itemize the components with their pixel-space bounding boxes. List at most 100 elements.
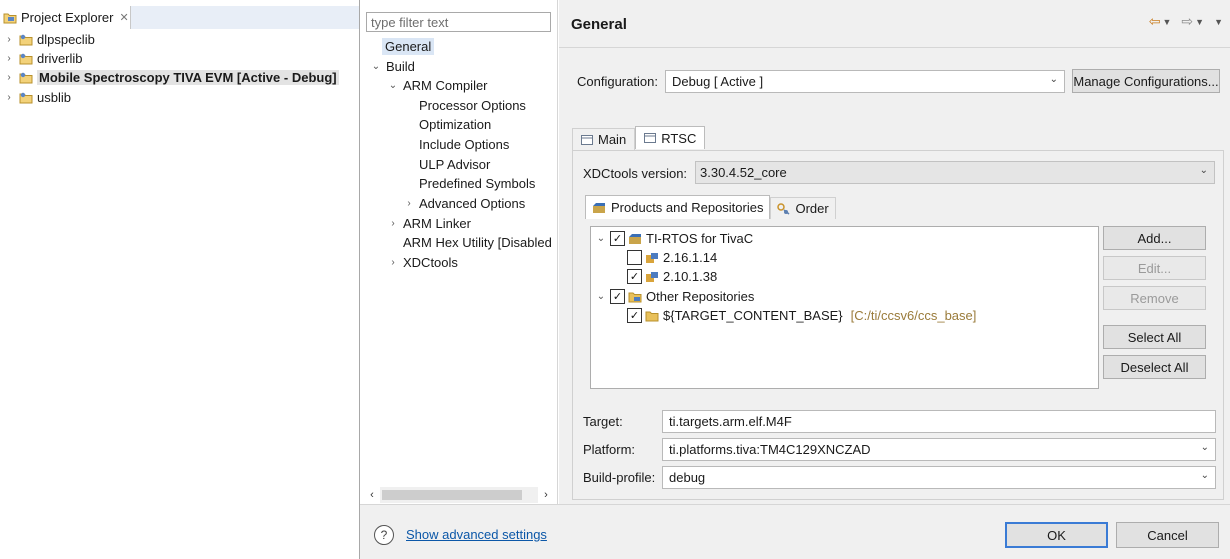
nav-item-advanced-options[interactable]: › Advanced Options: [403, 194, 525, 213]
nav-item-arm-hex-utility[interactable]: ARM Hex Utility [Disabled: [403, 233, 551, 252]
add-button[interactable]: Add...: [1103, 226, 1206, 250]
version-package-icon: [646, 252, 658, 263]
select-all-button[interactable]: Select All: [1103, 325, 1206, 349]
target-base-checkbox[interactable]: ✓: [627, 308, 642, 323]
project-item-dlpspeclib[interactable]: › dlpspeclib: [0, 30, 95, 49]
chevron-down-icon[interactable]: ⌄: [595, 233, 607, 244]
manage-configurations-button[interactable]: Manage Configurations...: [1072, 69, 1220, 93]
ok-button[interactable]: OK: [1005, 522, 1108, 548]
other-repositories-checkbox[interactable]: ✓: [610, 289, 625, 304]
tree-item-target-content-base[interactable]: ✓ ${TARGET_CONTENT_BASE} [C:/ti/ccsv6/cc…: [627, 306, 976, 325]
chevron-right-icon[interactable]: ›: [387, 218, 399, 229]
scroll-right-icon[interactable]: ›: [538, 489, 554, 501]
expand-arrow-icon[interactable]: ›: [3, 53, 15, 64]
nav-item-optimization[interactable]: Optimization: [419, 115, 491, 134]
rtsc-panel: XDCtools version: 3.30.4.52_core ⌄ Produ…: [572, 150, 1224, 500]
project-item-label: driverlib: [37, 51, 83, 66]
products-tree[interactable]: ⌄ ✓ TI-RTOS for TivaC 2.16.1.14 ✓ 2.10.1…: [590, 226, 1099, 389]
nav-item-xdctools[interactable]: › XDCtools: [387, 253, 458, 272]
nav-item-ulp-advisor[interactable]: ULP Advisor: [419, 155, 490, 174]
history-navigation: ⇦ ▼ ⇨ ▼ ▼: [1149, 13, 1223, 30]
remove-button[interactable]: Remove: [1103, 286, 1206, 310]
page-header: General ⇦ ▼ ⇨ ▼ ▼: [559, 0, 1230, 48]
forward-arrow-icon[interactable]: ⇨: [1181, 13, 1193, 30]
nav-item-label: Processor Options: [419, 98, 526, 113]
tab-main[interactable]: Main: [572, 128, 636, 150]
nav-item-label: Build: [386, 59, 415, 74]
filter-input[interactable]: [366, 12, 551, 32]
tree-item-label: TI-RTOS for TivaC: [646, 231, 754, 246]
nav-item-arm-compiler[interactable]: ⌄ ARM Compiler: [387, 76, 488, 95]
chevron-right-icon[interactable]: ›: [387, 257, 399, 268]
nav-item-include-options[interactable]: Include Options: [419, 135, 509, 154]
project-item-usblib[interactable]: › usblib: [0, 88, 71, 107]
configuration-label: Configuration:: [577, 74, 658, 89]
platform-value: ti.platforms.tiva:TM4C129XNCZAD: [669, 442, 871, 457]
tirtos-checkbox[interactable]: ✓: [610, 231, 625, 246]
back-arrow-icon[interactable]: ⇦: [1149, 13, 1161, 30]
products-subtab-strip: Products and Repositories Order: [585, 195, 836, 221]
expand-arrow-icon[interactable]: ›: [3, 72, 15, 83]
nav-item-predefined-symbols[interactable]: Predefined Symbols: [419, 174, 535, 193]
build-profile-select[interactable]: debug ⌄: [662, 466, 1216, 489]
project-explorer-tab[interactable]: Project Explorer ✕: [0, 6, 131, 29]
platform-select[interactable]: ti.platforms.tiva:TM4C129XNCZAD ⌄: [662, 438, 1216, 461]
chevron-down-icon[interactable]: ▼: [1163, 17, 1172, 27]
chevron-down-icon[interactable]: ⌄: [387, 80, 399, 91]
configuration-select[interactable]: Debug [ Active ] ⌄: [665, 70, 1065, 93]
close-icon[interactable]: ✕: [119, 11, 128, 24]
chevron-down-icon[interactable]: ▼: [1195, 17, 1204, 27]
tab-order[interactable]: Order: [770, 197, 836, 219]
edit-button[interactable]: Edit...: [1103, 256, 1206, 280]
tree-item-version-2[interactable]: ✓ 2.10.1.38: [627, 267, 717, 286]
chevron-right-icon[interactable]: ›: [403, 198, 415, 209]
repository-folder-icon: [628, 292, 642, 302]
nav-item-processor-options[interactable]: Processor Options: [419, 96, 526, 115]
tree-item-tirtos[interactable]: ⌄ ✓ TI-RTOS for TivaC: [595, 229, 753, 248]
target-field[interactable]: ti.targets.arm.elf.M4F: [662, 410, 1216, 433]
view-menu-icon[interactable]: ▼: [1214, 17, 1223, 27]
chevron-down-icon: ⌄: [1199, 165, 1208, 176]
nav-item-arm-linker[interactable]: › ARM Linker: [387, 214, 471, 233]
tree-item-version-1[interactable]: 2.16.1.14: [627, 248, 717, 267]
folder-icon: [645, 311, 659, 321]
expand-arrow-icon[interactable]: ›: [3, 92, 15, 103]
project-folder-icon: [19, 92, 33, 103]
project-item-driverlib[interactable]: › driverlib: [0, 49, 83, 68]
nav-horizontal-scrollbar[interactable]: ‹ ›: [364, 487, 554, 503]
deselect-all-button[interactable]: Deselect All: [1103, 355, 1206, 379]
dialog-footer: ? Show advanced settings OK Cancel: [360, 504, 1230, 559]
nav-item-general[interactable]: General: [382, 37, 435, 56]
properties-nav: General ⌄ Build ⌄ ARM Compiler Processor…: [360, 0, 558, 504]
target-value: ti.targets.arm.elf.M4F: [669, 414, 792, 429]
tab-rtsc[interactable]: RTSC: [635, 126, 706, 149]
build-profile-value: debug: [669, 470, 706, 485]
tree-item-other-repositories[interactable]: ⌄ ✓ Other Repositories: [595, 287, 754, 306]
chevron-down-icon[interactable]: ⌄: [595, 291, 607, 302]
project-folder-icon: [19, 53, 33, 64]
tab-products-and-repositories[interactable]: Products and Repositories: [585, 195, 771, 219]
show-advanced-settings-link[interactable]: Show advanced settings: [406, 527, 547, 542]
tab-strip: Main RTSC: [572, 126, 706, 151]
scroll-left-icon[interactable]: ‹: [364, 489, 380, 501]
project-item-mobile-spectroscopy[interactable]: › Mobile Spectroscopy TIVA EVM [Active -…: [0, 68, 339, 87]
version-checkbox[interactable]: ✓: [627, 269, 642, 284]
help-icon[interactable]: ?: [374, 525, 394, 545]
nav-item-build[interactable]: ⌄ Build: [370, 57, 415, 76]
project-explorer-tab-label: Project Explorer: [21, 10, 114, 25]
expand-arrow-icon[interactable]: ›: [3, 34, 15, 45]
chevron-down-icon[interactable]: ⌄: [370, 61, 382, 72]
properties-dialog: General ⌄ Build ⌄ ARM Compiler Processor…: [359, 0, 1230, 559]
chevron-down-icon: ⌄: [1200, 442, 1209, 453]
cancel-button[interactable]: Cancel: [1116, 522, 1219, 548]
tree-item-label: 2.16.1.14: [663, 250, 718, 265]
build-profile-label: Build-profile:: [583, 470, 656, 485]
project-folder-icon: [19, 34, 33, 45]
version-checkbox[interactable]: [627, 250, 642, 265]
properties-page: General ⇦ ▼ ⇨ ▼ ▼ Configuration: Debug […: [559, 0, 1230, 504]
nav-item-label: ARM Hex Utility [Disabled: [403, 235, 551, 250]
xdctools-version-select[interactable]: 3.30.4.52_core ⌄: [695, 161, 1215, 184]
scrollbar-track[interactable]: [380, 487, 538, 503]
page-title: General: [571, 16, 627, 33]
scrollbar-thumb[interactable]: [382, 490, 522, 500]
